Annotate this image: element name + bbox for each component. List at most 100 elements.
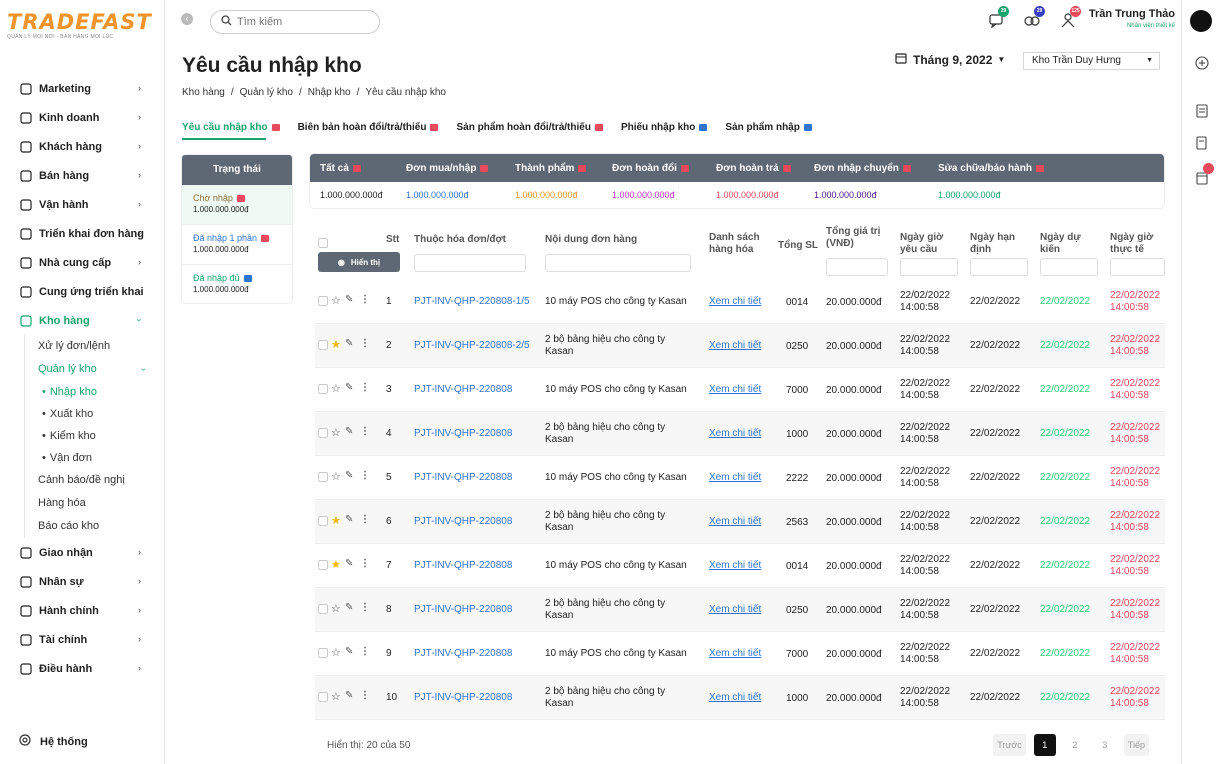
summary-tab-3[interactable]: Đơn hoàn đổi — [602, 163, 706, 174]
tab-2[interactable]: Sản phẩm hoàn đổi/trả/thiếu — [456, 122, 603, 133]
edit-icon[interactable]: ✎ — [345, 426, 353, 437]
more-icon[interactable]: ⋮ — [360, 514, 370, 525]
tab-0[interactable]: Yêu cầu nhập kho — [182, 122, 280, 133]
breadcrumb-item[interactable]: Quản lý kho — [240, 87, 293, 98]
sidebar-item-khách-hàng[interactable]: Khách hàng › — [0, 132, 165, 161]
sidebar-leaf-van-don[interactable]: Vận đơn — [38, 447, 165, 469]
more-icon[interactable]: ⋮ — [360, 338, 370, 349]
row-checkbox[interactable] — [318, 428, 328, 438]
request-filter[interactable] — [900, 258, 958, 276]
chat-button[interactable]: 29 — [985, 6, 1009, 32]
view-detail-link[interactable]: Xem chi tiết — [709, 648, 761, 660]
row-checkbox[interactable] — [318, 604, 328, 614]
star-icon[interactable]: ☆ — [331, 646, 341, 659]
table-row[interactable]: ☆ ✎ ⋮ 9 PJT-INV-QHP-220808 10 máy POS cho côn… — [315, 632, 1165, 676]
more-icon[interactable]: ⋮ — [360, 558, 370, 569]
edit-icon[interactable]: ✎ — [345, 470, 353, 481]
document-icon[interactable] — [1194, 103, 1210, 119]
sidebar-item-điều-hành[interactable]: Điều hành › — [0, 654, 165, 683]
summary-tab-1[interactable]: Đơn mua/nhập — [396, 163, 505, 174]
status-row[interactable]: Đã nhập đủ 1.000.000.000đ — [182, 265, 292, 303]
cell-invoice[interactable]: PJT-INV-QHP-220808 — [414, 604, 512, 616]
money-button[interactable]: 29 — [1021, 6, 1045, 32]
sidebar-item-system[interactable]: Hệ thống — [18, 733, 88, 750]
sidebar-leaf-xuat-kho[interactable]: Xuất kho — [38, 403, 165, 425]
star-icon[interactable]: ★ — [331, 338, 341, 351]
view-detail-link[interactable]: Xem chi tiết — [709, 340, 761, 352]
breadcrumb-item[interactable]: Kho hàng — [182, 87, 225, 98]
star-icon[interactable]: ☆ — [331, 602, 341, 615]
more-icon[interactable]: ⋮ — [360, 690, 370, 701]
table-row[interactable]: ★ ✎ ⋮ 2 PJT-INV-QHP-220808-2/5 2 bộ bảng hiệu… — [315, 324, 1165, 368]
calendar-icon[interactable] — [1194, 163, 1214, 186]
summary-tab-2[interactable]: Thành phẩm — [505, 163, 602, 174]
tab-1[interactable]: Biên bản hoàn đổi/trả/thiếu — [298, 122, 439, 133]
row-checkbox[interactable] — [318, 692, 328, 702]
summary-tab-6[interactable]: Sửa chữa/bảo hành — [928, 163, 1164, 174]
cell-invoice[interactable]: PJT-INV-QHP-220808-2/5 — [414, 340, 530, 352]
sidebar-item-cung-ứng-triển-khai[interactable]: Cung ứng triển khai › — [0, 277, 165, 306]
table-row[interactable]: ☆ ✎ ⋮ 3 PJT-INV-QHP-220808 10 máy POS cho côn… — [315, 368, 1165, 412]
row-checkbox[interactable] — [318, 560, 328, 570]
next-page-button[interactable]: Tiếp — [1123, 734, 1149, 756]
sidebar-item-vận-hành[interactable]: Vận hành › — [0, 190, 165, 219]
cell-invoice[interactable]: PJT-INV-QHP-220808 — [414, 472, 512, 484]
cell-invoice[interactable]: PJT-INV-QHP-220808 — [414, 648, 512, 660]
col-stt[interactable]: Stt — [386, 234, 399, 246]
col-goods[interactable]: Danh sách hàng hóa — [709, 232, 769, 256]
sidebar-sub-hang-hoa[interactable]: Hàng hóa — [38, 492, 165, 515]
cell-invoice[interactable]: PJT-INV-QHP-220808 — [414, 692, 512, 704]
show-columns-button[interactable]: ◉ Hiển thị — [318, 252, 400, 272]
more-icon[interactable]: ⋮ — [360, 470, 370, 481]
table-row[interactable]: ☆ ✎ ⋮ 4 PJT-INV-QHP-220808 2 bộ bảng hiệu cho… — [315, 412, 1165, 456]
view-detail-link[interactable]: Xem chi tiết — [709, 560, 761, 572]
more-icon[interactable]: ⋮ — [360, 294, 370, 305]
sidebar-item-marketing[interactable]: Marketing › — [0, 74, 165, 103]
view-detail-link[interactable]: Xem chi tiết — [709, 296, 761, 308]
page-button[interactable]: 2 — [1063, 734, 1086, 756]
view-detail-link[interactable]: Xem chi tiết — [709, 428, 761, 440]
sidebar-item-giao-nhận[interactable]: Giao nhận › — [0, 538, 165, 567]
cell-invoice[interactable]: PJT-INV-QHP-220808 — [414, 384, 512, 396]
content-filter[interactable] — [545, 254, 691, 272]
breadcrumb-item[interactable]: Nhập kho — [308, 87, 351, 98]
sidebar-sub-canh-bao[interactable]: Cảnh báo/đề nghị — [38, 469, 165, 492]
sidebar-item-triển-khai-đơn-hàng[interactable]: Triển khai đơn hàng › — [0, 219, 165, 248]
edit-icon[interactable]: ✎ — [345, 294, 353, 305]
sidebar-item-tài-chính[interactable]: Tài chính › — [0, 625, 165, 654]
col-expected[interactable]: Ngày dự kiến — [1040, 232, 1090, 256]
due-filter[interactable] — [970, 258, 1028, 276]
user-info[interactable]: Trần Trung Thảo Nhân viên thiết kế — [1055, 8, 1175, 29]
logo[interactable]: TRADEFAST QUẢN LÝ MỌI NƠI · BÁN HÀNG MỌI… — [7, 11, 152, 40]
col-actual[interactable]: Ngày giờ thực tế — [1110, 232, 1165, 256]
invoice-filter[interactable] — [414, 254, 526, 272]
star-icon[interactable]: ★ — [331, 558, 341, 571]
page-button[interactable]: 3 — [1093, 734, 1116, 756]
view-detail-link[interactable]: Xem chi tiết — [709, 384, 761, 396]
summary-tab-4[interactable]: Đơn hoàn trả — [706, 163, 804, 174]
edit-icon[interactable]: ✎ — [345, 514, 353, 525]
col-due[interactable]: Ngày hạn định — [970, 232, 1020, 256]
sidebar-item-nhà-cung-cấp[interactable]: Nhà cung cấp › — [0, 248, 165, 277]
view-detail-link[interactable]: Xem chi tiết — [709, 692, 761, 704]
table-row[interactable]: ☆ ✎ ⋮ 1 PJT-INV-QHP-220808-1/5 10 máy POS cho… — [315, 280, 1165, 324]
star-icon[interactable]: ☆ — [331, 382, 341, 395]
col-invoice[interactable]: Thuộc hóa đơn/đợt — [414, 234, 506, 246]
collapse-sidebar-button[interactable]: ‹ — [181, 13, 193, 25]
cell-invoice[interactable]: PJT-INV-QHP-220808 — [414, 560, 512, 572]
tab-4[interactable]: Sản phẩm nhập — [725, 122, 812, 133]
row-checkbox[interactable] — [318, 648, 328, 658]
select-all-checkbox[interactable] — [318, 238, 328, 248]
col-qty[interactable]: Tổng SL — [778, 240, 818, 252]
summary-tab-5[interactable]: Đơn nhập chuyển — [804, 163, 928, 174]
cell-invoice[interactable]: PJT-INV-QHP-220808-1/5 — [414, 296, 530, 308]
sidebar-sub-bao-cao[interactable]: Báo cáo kho — [38, 515, 165, 538]
star-icon[interactable]: ☆ — [331, 690, 341, 703]
more-icon[interactable]: ⋮ — [360, 646, 370, 657]
view-detail-link[interactable]: Xem chi tiết — [709, 604, 761, 616]
more-icon[interactable]: ⋮ — [360, 426, 370, 437]
table-row[interactable]: ☆ ✎ ⋮ 8 PJT-INV-QHP-220808 2 bộ bảng hiệu cho… — [315, 588, 1165, 632]
sidebar-item-hành-chính[interactable]: Hành chính › — [0, 596, 165, 625]
star-icon[interactable]: ☆ — [331, 294, 341, 307]
star-icon[interactable]: ☆ — [331, 426, 341, 439]
